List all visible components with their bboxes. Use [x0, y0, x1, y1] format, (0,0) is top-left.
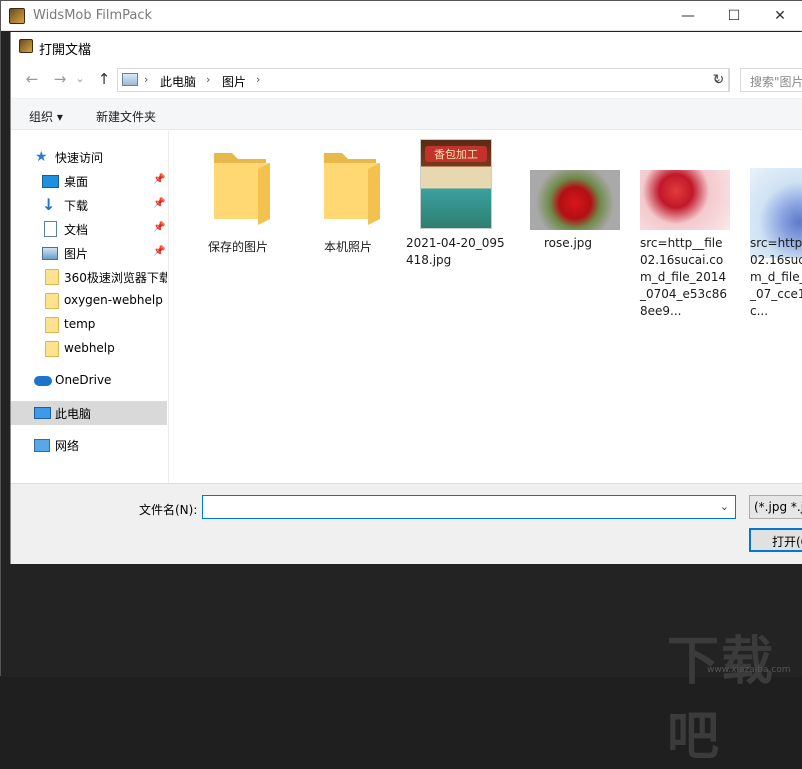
dialog-titlebar: 打開文檔 [11, 32, 802, 62]
file-item-image[interactable]: 香包加工 2021-04-20_095418.jpg [406, 139, 510, 309]
sidebar-item-temp[interactable]: temp [11, 313, 167, 337]
sidebar-item-360-download[interactable]: 360极速浏览器下载 [11, 265, 167, 289]
recent-locations-chevron-icon[interactable]: ⌄ [73, 68, 87, 90]
file-type-filter[interactable]: (*.jpg *.jpeg) [749, 495, 802, 519]
pictures-icon [42, 247, 58, 260]
pin-icon[interactable]: 📌 [153, 198, 165, 209]
image-thumbnail [530, 170, 620, 230]
download-arrow-icon: ↓ [42, 195, 56, 214]
up-arrow-icon[interactable]: ↑ [93, 68, 115, 90]
file-item-image[interactable]: rose.jpg [516, 139, 620, 309]
close-button[interactable]: ✕ [757, 1, 802, 31]
pin-icon[interactable]: 📌 [153, 174, 165, 185]
dialog-app-icon [19, 39, 33, 53]
folder-icon [324, 153, 380, 225]
dialog-footer: 文件名(N): ⌄ (*.jpg *.jpeg) 打开(O) [11, 483, 802, 564]
filename-dropdown-icon[interactable]: ⌄ [720, 500, 729, 513]
watermark-url: www.xiazaiba.com [707, 665, 791, 675]
star-icon: ★ [35, 149, 48, 165]
command-bar: 组织 ▾ 新建文件夹 [11, 98, 802, 130]
file-list: 保存的图片 本机照片 香包加工 2021-04-20_095418.jpg ro… [170, 131, 802, 483]
sidebar-item-webhelp[interactable]: webhelp [11, 337, 167, 361]
navigation-pane: ★ 快速访问 桌面 📌 ↓ 下载 📌 文档 📌 图片 📌 360极速浏览器下载 … [11, 131, 169, 483]
search-input[interactable]: 搜索"图片" [740, 68, 802, 92]
sidebar-item-this-pc[interactable]: 此电脑 [11, 401, 167, 425]
sidebar-item-downloads[interactable]: ↓ 下载 📌 [11, 193, 167, 217]
address-bar[interactable]: › 此电脑 › 图片 › ⌄ [117, 68, 729, 92]
app-logo-icon [9, 8, 25, 24]
sidebar-item-label: OneDrive [55, 373, 112, 387]
image-thumbnail: 香包加工 [420, 139, 492, 229]
sidebar-item-label: 图片 [64, 247, 89, 261]
computer-icon [34, 407, 51, 419]
sidebar-item-network[interactable]: 网络 [11, 433, 167, 457]
breadcrumb-this-pc[interactable]: 此电脑 [160, 73, 196, 90]
breadcrumb-pictures[interactable]: 图片 [222, 73, 246, 90]
sidebar-item-label: 快速访问 [55, 151, 104, 165]
sidebar-item-label: 下载 [64, 199, 89, 213]
new-folder-button[interactable]: 新建文件夹 [96, 108, 156, 125]
pin-icon[interactable]: 📌 [153, 222, 165, 233]
file-item-folder[interactable]: 保存的图片 [186, 139, 290, 309]
file-item-image[interactable]: src=http__file02.16sucai.com_d_file_2014… [736, 139, 802, 318]
image-thumbnail [640, 170, 730, 230]
desktop-icon [42, 175, 59, 188]
breadcrumb-separator-icon: › [206, 73, 211, 86]
sidebar-item-desktop[interactable]: 桌面 📌 [11, 169, 167, 193]
sidebar-item-quick-access[interactable]: ★ 快速访问 [11, 145, 167, 169]
sidebar-item-label: 360极速浏览器下载 [64, 271, 167, 285]
file-name: src=http__file02.16sucai.com_d_file_2014… [750, 236, 802, 318]
watermark-logo: 下载吧 [667, 632, 776, 767]
filename-label: 文件名(N): [139, 503, 198, 517]
sidebar-item-pictures[interactable]: 图片 📌 [11, 241, 167, 265]
minimize-button[interactable]: — [665, 1, 711, 31]
dialog-title: 打開文檔 [39, 43, 92, 58]
pin-icon[interactable]: 📌 [153, 246, 165, 257]
sidebar-item-label: webhelp [64, 341, 115, 355]
thumbnail-text: 香包加工 [425, 146, 487, 162]
sidebar-item-oxygen-webhelp[interactable]: oxygen-webhelp [11, 289, 167, 313]
sidebar-item-documents[interactable]: 文档 📌 [11, 217, 167, 241]
open-button[interactable]: 打开(O) [749, 528, 802, 552]
document-icon [44, 221, 57, 237]
file-name: 2021-04-20_095418.jpg [406, 236, 505, 267]
folder-icon [214, 153, 270, 225]
this-pc-icon [122, 73, 138, 86]
file-name: rose.jpg [543, 236, 593, 250]
folder-icon [45, 317, 59, 333]
filename-input[interactable]: ⌄ [202, 495, 736, 519]
app-window: WidsMob FilmPack — ☐ ✕ 打開文檔 ← → ⌄ ↑ › 此电… [0, 0, 802, 767]
back-arrow-icon[interactable]: ← [21, 68, 43, 90]
sidebar-item-label: 网络 [55, 439, 80, 453]
file-item-image[interactable]: src=http__file02.16sucai.com_d_file_2014… [626, 139, 730, 318]
folder-icon [45, 293, 59, 309]
file-item-folder[interactable]: 本机照片 [296, 139, 400, 309]
cloud-icon [34, 376, 52, 386]
folder-icon [45, 269, 59, 285]
sidebar-item-label: 此电脑 [55, 407, 92, 421]
file-name: 本机照片 [323, 240, 372, 254]
forward-arrow-icon[interactable]: → [49, 68, 71, 90]
file-name: src=http__file02.16sucai.com_d_file_2014… [640, 236, 728, 318]
app-title: WidsMob FilmPack [33, 8, 153, 23]
file-name: 保存的图片 [207, 240, 268, 254]
open-file-dialog: 打開文檔 ← → ⌄ ↑ › 此电脑 › 图片 › ⌄ ↻ 搜索"图片" 组织 … [10, 32, 802, 564]
folder-icon [45, 341, 59, 357]
refresh-icon[interactable]: ↻ [708, 68, 730, 92]
network-icon [34, 439, 50, 452]
sidebar-item-onedrive[interactable]: OneDrive [11, 369, 167, 393]
sidebar-item-label: 文档 [64, 223, 89, 237]
sidebar-item-label: 桌面 [64, 175, 89, 189]
sidebar-item-label: temp [64, 317, 96, 331]
app-titlebar: WidsMob FilmPack — ☐ ✕ [1, 1, 802, 31]
organize-menu-button[interactable]: 组织 ▾ [29, 108, 63, 125]
maximize-button[interactable]: ☐ [711, 1, 757, 31]
breadcrumb-separator-icon: › [256, 73, 261, 86]
navigation-bar: ← → ⌄ ↑ › 此电脑 › 图片 › ⌄ ↻ 搜索"图片" [11, 66, 802, 94]
breadcrumb-separator-icon: › [144, 73, 149, 86]
sidebar-item-label: oxygen-webhelp [64, 293, 163, 307]
